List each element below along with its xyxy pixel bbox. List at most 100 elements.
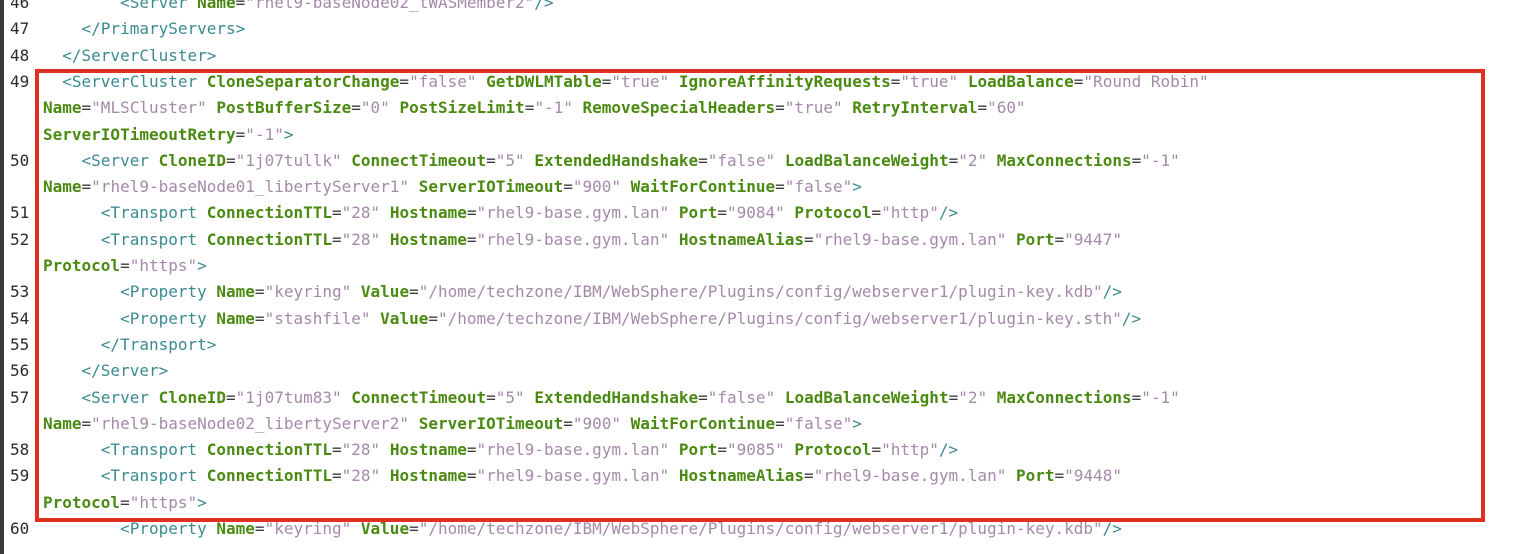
code-text: <ServerCluster CloneSeparatorChange="fal… [43,69,1209,95]
xml-punctuation-token: = [1054,229,1065,249]
code-text: <Property Name="stashfile" Value="/home/… [43,306,1141,332]
xml-punctuation-token [409,414,419,433]
code-editor[interactable]: 46 <Server Name="rhel9-baseNode02_tWASMe… [0,0,1522,554]
xml-tag-token: > [852,177,862,197]
xml-punctuation-token [785,440,795,459]
xml-punctuation-token [775,151,785,170]
xml-tag-token: /> [938,440,959,460]
code-text: Name="rhel9-baseNode01_libertyServer1" S… [43,174,862,200]
xml-punctuation-token [621,414,631,433]
xml-value-token: "5" [495,387,525,407]
xml-punctuation-token: = [466,229,477,249]
xml-attribute-token: Protocol [43,492,121,512]
xml-tag-token: > [197,492,207,512]
code-text: <Server CloneID="1j07tum83" ConnectTimeo… [43,385,1180,411]
xml-tag-token: <Server [43,150,159,170]
xml-punctuation-token: = [332,440,342,460]
code-text: <Transport ConnectionTTL="28" Hostname="… [43,437,958,463]
xml-attribute-token: ConnectionTTL [206,229,332,249]
xml-punctuation-token [669,203,679,222]
xml-punctuation-token: = [977,98,988,118]
code-text: Protocol="https"> [43,490,207,516]
xml-attribute-token: Port [678,440,718,460]
xml-value-token: "5" [495,150,525,170]
code-text: <Server Name="rhel9-baseNode02_tWASMembe… [43,0,553,16]
xml-punctuation-token [621,177,631,196]
xml-attribute-token: Port [1015,466,1055,486]
code-text: <Property Name="keyring" Value="/home/te… [43,279,1122,305]
line-number: 52 [10,229,30,249]
xml-attribute-token: PostSizeLimit [399,98,525,118]
xml-value-token: "60" [987,98,1026,118]
xml-value-token: "9448" [1064,466,1122,486]
xml-punctuation-token: = [871,203,882,223]
xml-punctuation-token [958,72,968,91]
xml-punctuation-token [573,98,583,117]
code-text: <Server CloneID="1j07tullk" ConnectTimeo… [43,148,1180,174]
xml-value-token: "28" [341,440,381,460]
xml-attribute-token: Value [360,282,410,302]
xml-value-token: "false" [409,71,477,91]
xml-attribute-token: CloneID [158,150,227,170]
line-number: 54 [10,308,30,328]
xml-punctuation-token [371,309,381,328]
xml-value-token: "true" [900,71,959,91]
xml-attribute-token: ExtendedHandshake [534,387,699,407]
xml-attribute-token: Name [43,98,82,118]
xml-attribute-token: Name [216,282,255,302]
xml-punctuation-token [669,72,679,91]
line-number: 47 [10,19,30,39]
xml-punctuation-token: = [563,413,573,433]
xml-punctuation-token: = [120,256,130,275]
code-text: </ServerCluster> [43,43,216,69]
xml-punctuation-token: = [890,71,901,91]
xml-punctuation-token [380,466,390,485]
xml-punctuation-token: = [235,124,246,144]
xml-attribute-token: LoadBalance [967,71,1074,91]
editor-gutter-border [0,0,4,554]
xml-attribute-token: Port [678,203,718,223]
xml-attribute-token: Port [1015,229,1055,249]
xml-attribute-token: Hostname [389,229,467,249]
code-text: Name="rhel9-baseNode02_libertyServer2" S… [43,411,862,437]
code-text: Name="MLSCluster" PostBufferSize="0" Pos… [43,95,1026,121]
code-text: </Server> [43,358,169,384]
xml-value-token: "rhel9-base.gym.lan" [813,466,1007,486]
xml-value-token: "false" [784,177,853,197]
code-text: Protocol="https"> [43,253,207,279]
xml-value-token: "keyring" [264,519,352,538]
xml-punctuation-token [380,203,390,222]
xml-value-token: "https" [129,256,198,275]
xml-tag-token: <Transport [43,203,207,223]
xml-punctuation-token: = [1073,71,1084,91]
xml-punctuation-token: = [1131,387,1142,407]
xml-value-token: "http" [881,440,939,460]
xml-value-token: "rhel9-base.gym.lan" [476,229,670,249]
xml-attribute-token: Protocol [43,256,121,275]
xml-tag-token: <Transport [43,466,207,486]
xml-attribute-token: CloneID [158,387,227,407]
xml-punctuation-token: = [948,150,959,170]
xml-attribute-token: MaxConnections [996,387,1132,407]
xml-tag-token: <Property [43,308,217,328]
xml-punctuation-token: = [351,98,361,118]
xml-value-token: "2" [958,387,988,407]
xml-value-token: "rhel9-base.gym.lan" [476,440,670,460]
xml-attribute-token: ServerIOTimeoutRetry [43,124,236,144]
xml-tag-token: > [283,124,294,144]
xml-attribute-token: Name [43,177,82,197]
xml-attribute-token: ConnectTimeout [351,387,487,407]
xml-punctuation-token: = [254,308,265,328]
code-text: ServerIOTimeoutRetry="-1"> [43,122,293,148]
xml-value-token: "Round Robin" [1083,71,1209,91]
line-number: 60 [10,519,30,538]
xml-attribute-token: ConnectionTTL [206,466,332,486]
line-number: 46 [10,0,30,12]
xml-attribute-token: Name [43,413,82,433]
xml-attribute-token: Name [216,519,255,538]
xml-value-token: "false" [784,413,853,433]
xml-punctuation-token: = [399,71,410,91]
xml-value-token: "rhel9-baseNode02_tWASMember2" [245,0,535,12]
xml-attribute-token: HostnameAlias [678,229,805,249]
xml-punctuation-token: = [81,413,92,433]
